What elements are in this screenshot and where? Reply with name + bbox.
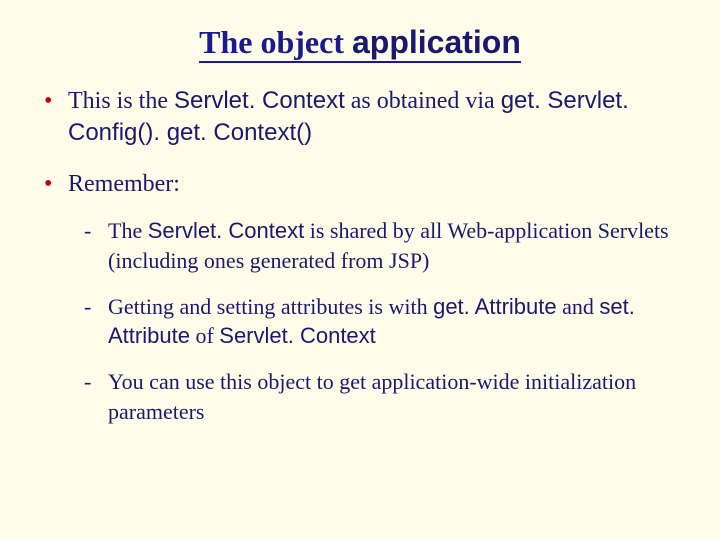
text: as obtained via bbox=[345, 88, 501, 114]
title-text-2: application bbox=[352, 24, 521, 63]
sub-item-2: Getting and setting attributes is with g… bbox=[68, 292, 680, 351]
bullet-item-1: This is the Servlet. Context as obtained… bbox=[40, 85, 680, 150]
slide-title: The object application bbox=[40, 24, 680, 61]
api-text: Servlet. Context bbox=[148, 218, 305, 243]
bullet-item-2: Remember: The Servlet. Context is shared… bbox=[40, 168, 680, 427]
text: and bbox=[557, 294, 600, 319]
text: You can use this object to get applicati… bbox=[108, 369, 636, 424]
text: The bbox=[108, 218, 148, 243]
api-text: get. Attribute bbox=[433, 294, 557, 319]
text: Remember: bbox=[68, 171, 180, 197]
api-text: Servlet. Context bbox=[174, 87, 345, 114]
text: This is the bbox=[68, 88, 174, 114]
title-text-1: The object bbox=[199, 24, 352, 63]
sub-item-1: The Servlet. Context is shared by all We… bbox=[68, 216, 680, 275]
api-text: Servlet. Context bbox=[219, 323, 376, 348]
bullet-list: This is the Servlet. Context as obtained… bbox=[40, 85, 680, 426]
sub-item-3: You can use this object to get applicati… bbox=[68, 367, 680, 426]
text: Getting and setting attributes is with bbox=[108, 294, 433, 319]
text: of bbox=[190, 323, 219, 348]
sub-list: The Servlet. Context is shared by all We… bbox=[68, 216, 680, 426]
